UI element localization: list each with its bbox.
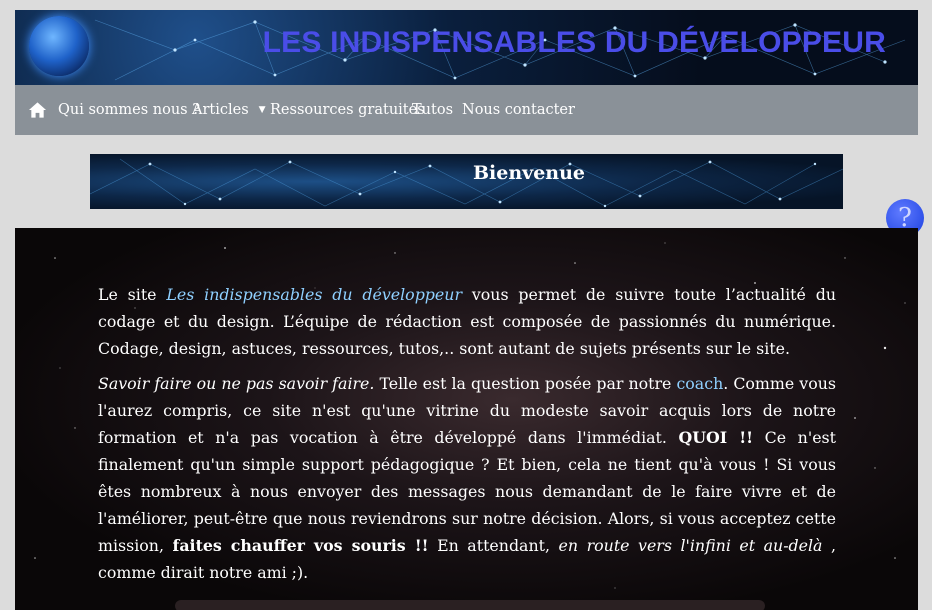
welcome-banner: Bienvenue	[90, 154, 843, 209]
nav-item-nous-contacter[interactable]: Nous contacter	[462, 85, 575, 135]
intro-paragraph-2: Savoir faire ou ne pas savoir faire. Tel…	[98, 370, 836, 586]
nav-item-articles[interactable]: Articles ▼	[192, 85, 266, 135]
p2-text-d: En attendant,	[428, 536, 559, 555]
p2-italic: Savoir faire ou ne pas savoir faire.	[98, 374, 375, 393]
banner-title: Bienvenue	[472, 162, 586, 184]
home-icon[interactable]	[28, 101, 47, 119]
p2-italic-infini: en route vers l'infini et au-delà	[558, 536, 823, 555]
site-name-link[interactable]: Les indispensables du développeur	[166, 285, 462, 304]
p2-bold-quoi: QUOI !!	[678, 428, 754, 447]
coach-link[interactable]: coach	[676, 374, 723, 393]
intro-text: Le site Les indispensables du développeu…	[98, 281, 836, 594]
site-header: LES INDISPENSABLES DU DÉVELOPPEUR	[15, 10, 918, 85]
p1-text-a: Le site	[98, 285, 167, 304]
chevron-down-icon: ▼	[258, 105, 266, 115]
site-title: LES INDISPENSABLES DU DÉVELOPPEUR	[262, 26, 886, 59]
globe-icon[interactable]	[29, 16, 89, 76]
p2-bold-mission: faites chauffer vos souris !!	[172, 536, 429, 555]
nav-item-articles-label: Articles	[192, 102, 249, 118]
p2-text-a: Telle est la question posée par notre	[374, 374, 677, 393]
nav-item-tutos[interactable]: Tutos	[412, 85, 453, 135]
nav-item-ressources-gratuites[interactable]: Ressources gratuites	[270, 85, 425, 135]
main-content: Le site Les indispensables du développeu…	[15, 228, 918, 610]
main-nav: Qui sommes nous ? Articles ▼ Ressources g…	[15, 85, 918, 135]
partial-element	[175, 600, 765, 610]
intro-paragraph-1: Le site Les indispensables du développeu…	[98, 281, 836, 362]
nav-item-qui-sommes-nous[interactable]: Qui sommes nous ?	[58, 85, 200, 135]
